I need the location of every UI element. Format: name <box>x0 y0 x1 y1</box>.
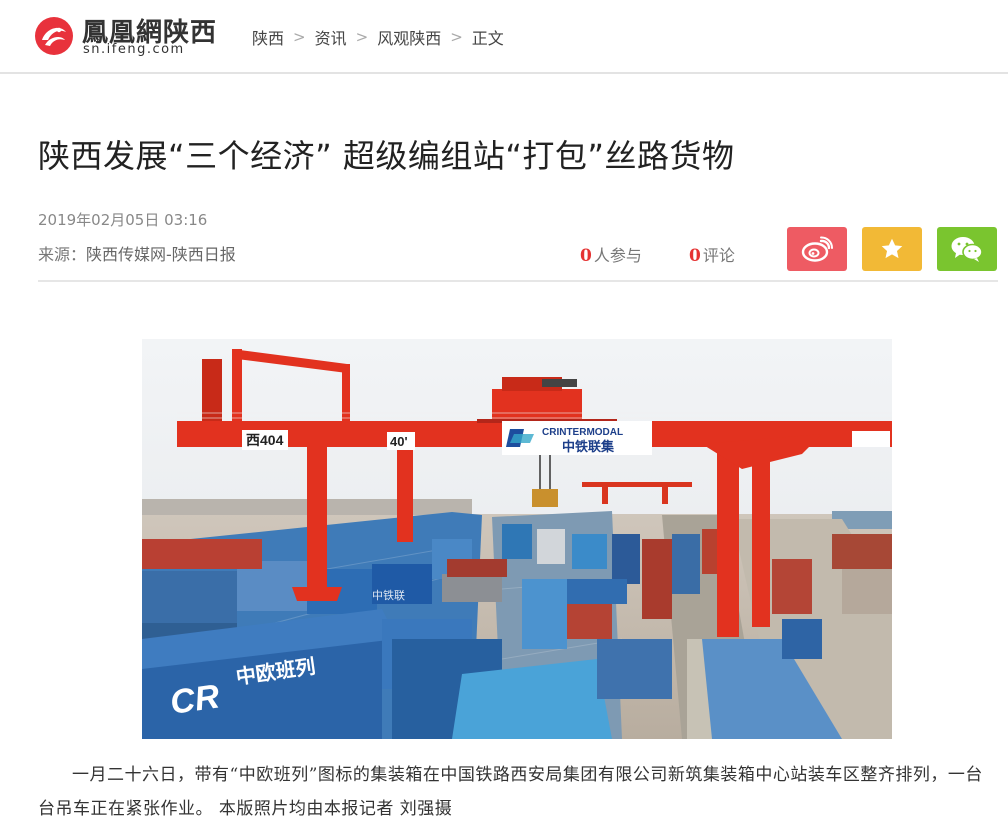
photo-sign-zhongtielianji: 中铁联集 <box>562 439 615 455</box>
favorite-button[interactable] <box>862 227 922 271</box>
breadcrumb: 陕西 > 资讯 > 风观陕西 > 正文 <box>252 25 504 49</box>
photo-sign-40ft: 40' <box>390 434 408 449</box>
participants-count: 0 <box>580 246 592 266</box>
breadcrumb-shaanxi[interactable]: 陕西 <box>252 25 284 49</box>
site-logo[interactable]: 鳳凰網陕西 sn.ifeng.com <box>34 12 234 58</box>
site-header: 鳳凰網陕西 sn.ifeng.com 陕西 > 资讯 > 风观陕西 > 正文 <box>0 0 1008 74</box>
participants-label: 人参与 <box>593 246 642 265</box>
participants-stat[interactable]: 0 人参与 <box>580 242 642 266</box>
publish-date: 2019年02月05日 03:16 <box>38 211 208 229</box>
chevron-right-icon: > <box>355 28 369 46</box>
photo-caption: 一月二十六日，带有“中欧班列”图标的集装箱在中国铁路西安局集团有限公司新筑集装箱… <box>38 765 983 819</box>
share-wechat-button[interactable] <box>937 227 997 271</box>
comments-stat[interactable]: 0 评论 <box>689 242 735 266</box>
weibo-icon <box>801 236 833 262</box>
breadcrumb-news[interactable]: 资讯 <box>315 25 347 49</box>
comments-label: 评论 <box>702 246 735 265</box>
phoenix-logo-icon <box>35 17 73 55</box>
photo-sign-crintermodal: CRINTERMODAL <box>542 427 623 438</box>
article-source: 来源：陕西传媒网-陕西日报 <box>38 241 236 265</box>
share-weibo-button[interactable] <box>787 227 847 271</box>
breadcrumb-current: 正文 <box>471 29 504 48</box>
article-photo: CR 中欧班列 中铁联 西404 40' CRINTERMODAL 中铁联集 <box>142 339 892 739</box>
source-label: 来源： <box>38 245 87 264</box>
wechat-icon <box>951 237 983 262</box>
chevron-right-icon: > <box>293 28 306 46</box>
photo-sign-404: 西404 <box>246 432 284 448</box>
source-link[interactable]: 陕西传媒网-陕西日报 <box>86 245 236 264</box>
breadcrumb-fengguan-shaanxi[interactable]: 风观陕西 <box>377 25 441 49</box>
container-yard-photo: CR 中欧班列 中铁联 西404 40' CRINTERMODAL 中铁联集 <box>142 339 892 739</box>
logo-domain: sn.ifeng.com <box>83 42 185 57</box>
star-icon <box>881 238 903 259</box>
photo-sign-small: 中铁联 <box>372 589 405 602</box>
article-title: 陕西发展“三个经济” 超级编组站“打包”丝路货物 <box>38 137 735 175</box>
svg-text:CR: CR <box>168 677 222 722</box>
header-divider <box>38 280 998 282</box>
comments-count: 0 <box>689 246 701 266</box>
chevron-right-icon: > <box>450 28 463 46</box>
